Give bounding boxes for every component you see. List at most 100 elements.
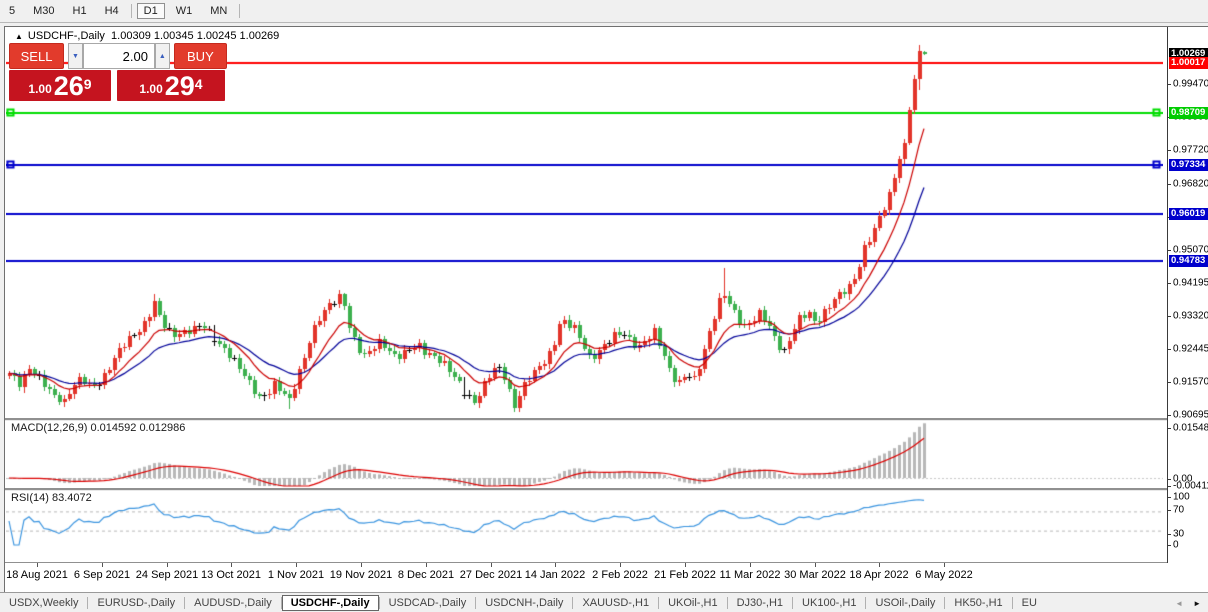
symbol-period-label: USDCHF-,Daily — [28, 30, 105, 42]
chart-window: ▲USDCHF-,Daily 1.00309 1.00345 1.00245 1… — [4, 26, 1208, 593]
volume-down-button[interactable]: ▼ — [68, 43, 83, 69]
chart-tab-hk50-h1[interactable]: HK50-,H1 — [945, 595, 1011, 611]
ask-big-digits: 29 — [165, 73, 195, 99]
trading-terminal: 5M30 H1H4 D1W1MN ▲ USDCHF-,Daily 1.00309 1.… — [0, 0, 1208, 612]
tab-scroll-right-icon[interactable]: ► — [1188, 599, 1206, 608]
timeframe-button-MN[interactable]: MN — [203, 3, 234, 19]
date-tick — [102, 563, 103, 567]
volume-input[interactable]: 2.00 — [83, 43, 155, 69]
price-tick-label: 0.94195 — [1173, 278, 1208, 289]
chart-tab-usdcnh-daily[interactable]: USDCNH-,Daily — [476, 595, 572, 611]
date-tick — [426, 563, 427, 567]
price-level-badge: 0.96019 — [1169, 208, 1208, 220]
axis-tick — [1168, 534, 1171, 535]
price-tick-label: 0.91570 — [1173, 377, 1208, 388]
toolbar-divider — [131, 4, 132, 18]
date-tick — [620, 563, 621, 567]
axis-tick — [1168, 283, 1171, 284]
panel-separator[interactable] — [5, 418, 1208, 421]
chart-tab-usdx-weekly[interactable]: USDX,Weekly — [0, 595, 87, 611]
chart-tab-usdchf-daily[interactable]: USDCHF-,Daily — [282, 595, 379, 611]
collapse-icon[interactable]: ▲ — [15, 32, 23, 41]
volume-up-button[interactable]: ▲ — [155, 43, 170, 69]
timeframe-button-D1[interactable]: D1 — [137, 3, 165, 19]
date-tick-label: 18 Apr 2022 — [849, 569, 908, 581]
macd-title: MACD(12,26,9) 0.014592 0.012986 — [11, 422, 185, 434]
tab-scroll-left-icon[interactable]: ◄ — [1170, 599, 1188, 608]
timeframe-button-H4[interactable]: H4 — [98, 3, 126, 19]
axis-tick — [1168, 84, 1171, 85]
price-tick-label: 0.97720 — [1173, 145, 1208, 156]
date-tick-label: 30 Mar 2022 — [784, 569, 846, 581]
chart-tab-eu[interactable]: EU — [1013, 595, 1046, 611]
date-tick-label: 21 Feb 2022 — [654, 569, 716, 581]
chart-tab-uk100-h1[interactable]: UK100-,H1 — [793, 595, 865, 611]
date-tick — [491, 563, 492, 567]
chart-tab-eurusd-daily[interactable]: EURUSD-,Daily — [88, 595, 184, 611]
timeframe-toolbar: 5M30 H1H4 D1W1MN — [0, 0, 1208, 23]
bid-prefix: 1.00 — [28, 79, 51, 99]
chart-tab-usoil-daily[interactable]: USOil-,Daily — [866, 595, 944, 611]
timeframe-button-M30[interactable]: M30 — [26, 3, 61, 19]
date-tick-label: 8 Dec 2021 — [398, 569, 454, 581]
date-tick-label: 24 Sep 2021 — [136, 569, 198, 581]
axis-tick — [1168, 428, 1171, 429]
price-tick-label: 0.95070 — [1173, 245, 1208, 256]
ask-prefix: 1.00 — [139, 79, 162, 99]
axis-tick — [1168, 415, 1171, 416]
rsi-axis-label: 70 — [1173, 505, 1184, 516]
price-tick-label: 0.99470 — [1173, 79, 1208, 90]
macd-main-value: 0.014592 — [90, 422, 136, 434]
timeframe-button-H1[interactable]: H1 — [66, 3, 94, 19]
rsi-axis-label: 100 — [1173, 492, 1190, 503]
rsi-canvas[interactable] — [6, 490, 1163, 562]
date-tick — [231, 563, 232, 567]
chart-tab-audusd-daily[interactable]: AUDUSD-,Daily — [185, 595, 281, 611]
axis-tick — [1168, 510, 1171, 511]
ask-price-display[interactable]: 1.00 29 4 — [117, 70, 225, 101]
panel-separator[interactable] — [5, 488, 1208, 491]
chart-tab-dj30-h1[interactable]: DJ30-,H1 — [728, 595, 792, 611]
bid-big-digits: 26 — [54, 73, 84, 99]
axis-tick — [1168, 545, 1171, 546]
axis-tick — [1168, 486, 1171, 487]
timeframe-button-W1[interactable]: W1 — [169, 3, 200, 19]
date-tick-label: 2 Feb 2022 — [592, 569, 648, 581]
price-axis[interactable]: 0.994700.985950.977200.968200.959450.950… — [1167, 27, 1208, 563]
axis-tick — [1168, 497, 1171, 498]
axis-tick — [1168, 150, 1171, 151]
axis-tick — [1168, 479, 1171, 480]
rsi-axis-label: 0 — [1173, 540, 1179, 551]
date-tick-label: 14 Jan 2022 — [525, 569, 586, 581]
date-tick — [944, 563, 945, 567]
bid-price-display[interactable]: 1.00 26 9 — [9, 70, 111, 101]
chart-tab-usdcad-daily[interactable]: USDCAD-,Daily — [380, 595, 476, 611]
rsi-value: 83.4072 — [52, 492, 92, 504]
chart-tab-xauusd-h1[interactable]: XAUUSD-,H1 — [573, 595, 658, 611]
price-tick-label: 0.96820 — [1173, 179, 1208, 190]
date-tick-label: 6 May 2022 — [915, 569, 972, 581]
date-tick — [296, 563, 297, 567]
chart-tab-ukoil-h1[interactable]: UKOil-,H1 — [659, 595, 727, 611]
date-tick-label: 6 Sep 2021 — [74, 569, 130, 581]
rsi-title: RSI(14) 83.4072 — [11, 492, 92, 504]
price-level-badge: 1.00017 — [1169, 57, 1208, 69]
ask-pip-digit: 4 — [195, 69, 203, 99]
date-tick-label: 27 Dec 2021 — [460, 569, 522, 581]
price-level-badge: 0.94783 — [1169, 255, 1208, 267]
buy-button[interactable]: BUY — [174, 43, 227, 69]
bid-pip-digit: 9 — [84, 69, 92, 99]
timeframe-button-5[interactable]: 5 — [2, 3, 22, 19]
price-tick-label: 0.93320 — [1173, 311, 1208, 322]
axis-tick — [1168, 382, 1171, 383]
date-tick — [361, 563, 362, 567]
price-tick-label: 0.92445 — [1173, 344, 1208, 355]
date-axis[interactable]: 18 Aug 20216 Sep 202124 Sep 202113 Oct 2… — [5, 563, 1208, 592]
open-value: 1.00309 — [111, 30, 151, 42]
axis-tick — [1168, 184, 1171, 185]
date-tick — [750, 563, 751, 567]
date-tick-label: 1 Nov 2021 — [268, 569, 324, 581]
price-level-badge: 0.97334 — [1169, 159, 1208, 171]
macd-axis-label: -0.004117 — [1173, 481, 1208, 492]
sell-button[interactable]: SELL — [9, 43, 64, 69]
